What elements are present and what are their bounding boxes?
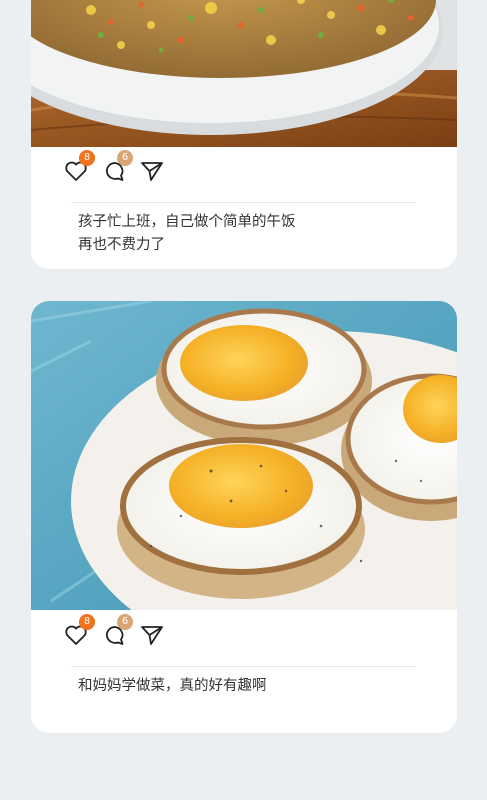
share-button[interactable]	[140, 158, 166, 184]
like-button[interactable]: 8	[64, 150, 95, 184]
like-count-badge: 8	[79, 150, 95, 166]
post-card: 8 6 和妈妈学做菜，真的好有趣啊	[31, 301, 457, 733]
post-actions: 8 6	[64, 150, 264, 188]
divider	[71, 666, 416, 667]
post-actions: 8 6	[64, 614, 264, 652]
divider	[71, 202, 416, 203]
comment-count-badge: 6	[117, 150, 133, 166]
send-icon	[141, 162, 163, 181]
comment-count-badge: 6	[117, 614, 133, 630]
caption-line: 和妈妈学做菜，真的好有趣啊	[78, 678, 267, 694]
caption-line: 再也不费力了	[78, 237, 165, 253]
comment-button[interactable]: 6	[102, 614, 133, 648]
like-count-badge: 8	[79, 614, 95, 630]
share-button[interactable]	[140, 622, 166, 648]
send-icon	[141, 626, 163, 645]
like-button[interactable]: 8	[64, 614, 95, 648]
caption-line: 孩子忙上班，自己做个简单的午饭	[78, 214, 296, 230]
fried-egg-onion-rings-photo[interactable]	[31, 301, 457, 610]
post-caption: 孩子忙上班，自己做个简单的午饭 再也不费力了	[78, 211, 418, 257]
fried-rice-photo[interactable]	[31, 0, 457, 147]
post-card: 8 6 孩子忙上班，自己做个简单的午饭 再也不费力了	[31, 0, 457, 269]
comment-button[interactable]: 6	[102, 150, 133, 184]
post-caption: 和妈妈学做菜，真的好有趣啊	[78, 675, 418, 698]
